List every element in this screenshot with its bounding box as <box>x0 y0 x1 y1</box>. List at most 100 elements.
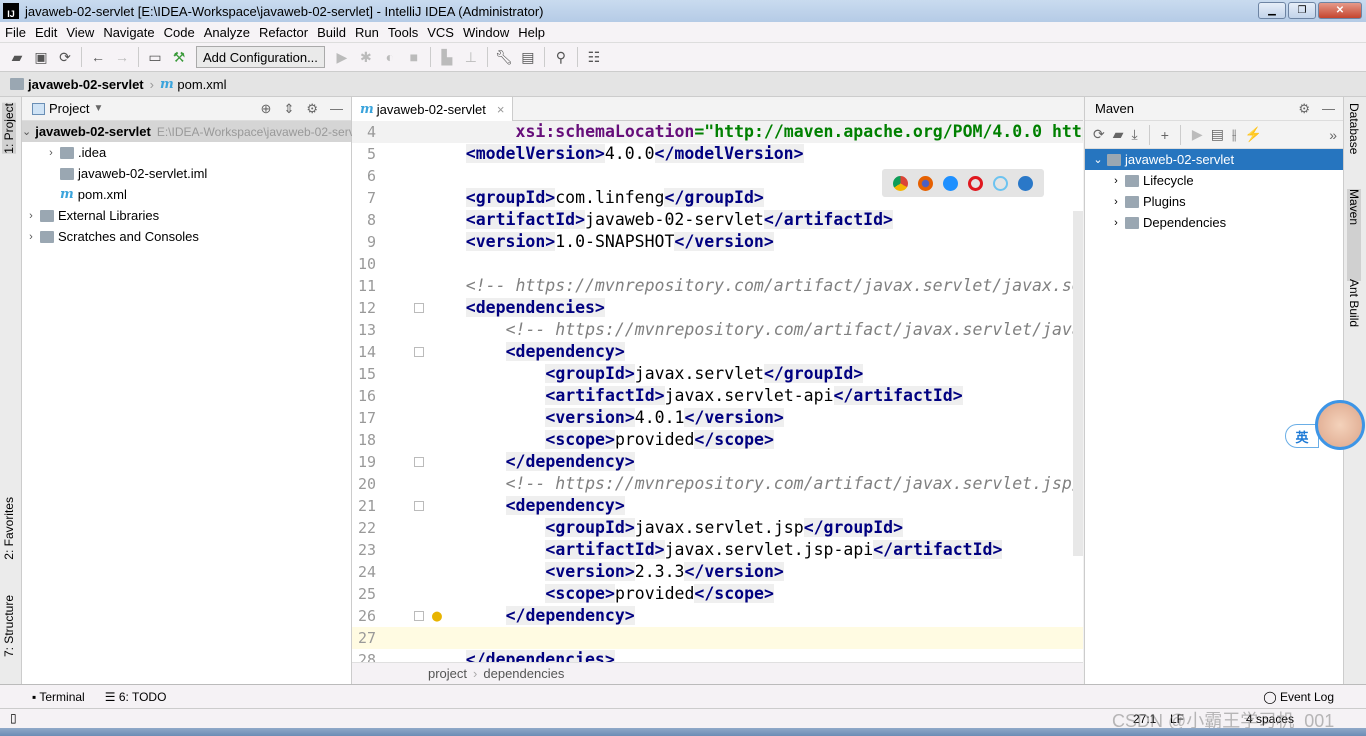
menu-tools[interactable]: Tools <box>383 25 422 40</box>
generate-sources-icon[interactable]: ▰ <box>1113 126 1124 143</box>
open-folder-icon[interactable]: ▰ <box>6 46 28 68</box>
menu-analyze[interactable]: Analyze <box>199 25 254 40</box>
tree-item[interactable]: javaweb-02-servlet.iml <box>22 163 351 184</box>
code-line[interactable]: 19 </dependency> <box>352 451 1083 473</box>
toggle-offline-icon[interactable]: ⫲ <box>1232 126 1237 143</box>
expand-arrow-icon[interactable]: ⌄ <box>22 125 31 138</box>
gear-icon[interactable]: ⚙ <box>1298 101 1310 117</box>
forward-icon[interactable]: → <box>111 46 133 68</box>
tree-item[interactable]: › .idea <box>22 142 351 163</box>
expand-arrow-icon[interactable]: › <box>1107 175 1125 187</box>
project-panel-title[interactable]: Project <box>49 101 89 116</box>
chevron-down-icon[interactable]: ▼ <box>93 103 103 114</box>
menu-code[interactable]: Code <box>159 25 199 40</box>
terminal-button[interactable]: ▪ Terminal <box>32 690 85 704</box>
code-line[interactable]: 9 <version>1.0-SNAPSHOT</version> <box>352 231 1083 253</box>
code-line[interactable]: 5 <modelVersion>4.0.0</modelVersion> <box>352 143 1083 165</box>
editor-tab[interactable]: m javaweb-02-servlet × <box>352 97 514 121</box>
close-button[interactable]: ✕ <box>1318 2 1362 19</box>
hide-icon[interactable]: — <box>1322 101 1335 117</box>
stop-icon[interactable]: ■ <box>403 46 425 68</box>
fold-marker-icon[interactable] <box>414 347 424 357</box>
code-line[interactable]: 15 <groupId>javax.servlet</groupId> <box>352 363 1083 385</box>
code-line[interactable]: 11 <!-- https://mvnrepository.com/artifac… <box>352 275 1083 297</box>
code-line[interactable]: 26 ● </dependency> <box>352 605 1083 627</box>
menu-edit[interactable]: Edit <box>30 25 61 40</box>
add-icon[interactable]: + <box>1161 127 1169 143</box>
breadcrumb-project[interactable]: project <box>428 666 467 681</box>
code-line[interactable]: 21 <dependency> <box>352 495 1083 517</box>
run-icon[interactable]: ▶ <box>331 46 353 68</box>
close-tab-icon[interactable]: × <box>497 102 505 117</box>
code-area[interactable]: 28 </dependencies> 27 26 ● </dependency> 25 <sc… <box>352 121 1083 662</box>
menu-help[interactable]: Help <box>513 25 549 40</box>
code-line[interactable]: 18 <scope>provided</scope> <box>352 429 1083 451</box>
opera-icon[interactable] <box>968 175 983 191</box>
nav-file[interactable]: pom.xml <box>177 77 226 92</box>
code-line[interactable]: 8 <artifactId>javaweb-02-servlet</artifac… <box>352 209 1083 231</box>
fold-marker-icon[interactable] <box>414 611 424 621</box>
hide-icon[interactable]: — <box>330 101 343 117</box>
expand-arrow-icon[interactable]: › <box>1107 217 1125 229</box>
tool-tab-database[interactable]: Database <box>1347 103 1361 154</box>
expand-arrow-icon[interactable]: ⌄ <box>1089 153 1107 166</box>
run-icon[interactable]: ▶ <box>1192 126 1203 143</box>
restore-button[interactable]: ❐ <box>1288 2 1316 19</box>
code-line[interactable]: 13 <!-- https://mvnrepository.com/artifac… <box>352 319 1083 341</box>
minimize-button[interactable]: ▁ <box>1258 2 1286 19</box>
fold-marker-icon[interactable] <box>414 457 424 467</box>
wrench-icon[interactable]: 🔧︎ <box>493 46 515 68</box>
tree-item[interactable]: › External Libraries <box>22 205 351 226</box>
reimport-icon[interactable]: ⟳ <box>1093 126 1105 143</box>
tool-tab-project[interactable]: 1: Project <box>2 103 16 154</box>
maven-tree-item[interactable]: › Dependencies <box>1085 212 1343 233</box>
search-icon[interactable]: ⚲ <box>550 46 572 68</box>
add-configuration-button[interactable]: Add Configuration... <box>196 46 325 68</box>
maven-tree-item[interactable]: › Lifecycle <box>1085 170 1343 191</box>
coverage-icon[interactable]: ◐ <box>379 46 401 68</box>
menu-vcs[interactable]: VCS <box>422 25 458 40</box>
expand-arrow-icon[interactable]: › <box>22 231 40 243</box>
breadcrumb-dependencies[interactable]: dependencies <box>483 666 564 681</box>
project-structure-icon[interactable]: ▤ <box>517 46 539 68</box>
menu-file[interactable]: File <box>0 25 30 40</box>
menu-refactor[interactable]: Refactor <box>254 25 312 40</box>
code-line[interactable]: 10 <box>352 253 1083 275</box>
update-icon[interactable]: ⊥ <box>460 46 482 68</box>
fold-marker-icon[interactable] <box>414 501 424 511</box>
more-icon[interactable]: » <box>1329 127 1337 143</box>
event-log-button[interactable]: ◯ Event Log <box>1263 690 1334 704</box>
code-line[interactable]: 4 xsi:schemaLocation="http://maven.apache… <box>352 121 1083 143</box>
code-line[interactable]: 20 <!-- https://mvnrepository.com/artifac… <box>352 473 1083 495</box>
expand-arrow-icon[interactable]: › <box>22 210 40 222</box>
fold-marker-icon[interactable] <box>414 303 424 313</box>
expand-arrow-icon[interactable]: › <box>1107 196 1125 208</box>
code-line[interactable]: 24 <version>2.3.3</version> <box>352 561 1083 583</box>
tree-item[interactable]: ⌄ javaweb-02-servlet E:\IDEA-Workspace\jav… <box>22 121 367 142</box>
save-icon[interactable]: ▣ <box>30 46 52 68</box>
tasks-icon[interactable]: ☷ <box>583 46 605 68</box>
tool-tab-ant-build[interactable]: Ant Build <box>1347 279 1361 327</box>
nav-project[interactable]: javaweb-02-servlet <box>28 77 144 92</box>
maven-tree-item[interactable]: ⌄ javaweb-02-servlet <box>1085 149 1343 170</box>
menu-run[interactable]: Run <box>350 25 383 40</box>
code-line[interactable]: 27 <box>352 627 1083 649</box>
tree-item[interactable]: m pom.xml <box>22 184 351 205</box>
gear-icon[interactable]: ⚙ <box>306 101 318 117</box>
attach-icon[interactable]: ▙ <box>436 46 458 68</box>
code-line[interactable]: 28 </dependencies> <box>352 649 1083 662</box>
collapse-all-icon[interactable]: ⇕ <box>283 101 294 117</box>
code-line[interactable]: 14 <dependency> <box>352 341 1083 363</box>
chrome-icon[interactable] <box>893 175 908 191</box>
code-line[interactable]: 25 <scope>provided</scope> <box>352 583 1083 605</box>
lightbulb-icon[interactable]: ● <box>432 605 442 627</box>
edge-icon[interactable] <box>1018 175 1033 191</box>
execute-goal-icon[interactable]: ▤ <box>1211 126 1224 143</box>
debug-icon[interactable]: ✱ <box>355 46 377 68</box>
sync-icon[interactable]: ⟳ <box>54 46 76 68</box>
code-line[interactable]: 12 <dependencies> <box>352 297 1083 319</box>
tree-item[interactable]: › Scratches and Consoles <box>22 226 351 247</box>
ime-indicator[interactable]: 英 <box>1285 424 1319 448</box>
back-icon[interactable]: ← <box>87 46 109 68</box>
todo-button[interactable]: ☰ 6: TODO <box>105 690 167 704</box>
